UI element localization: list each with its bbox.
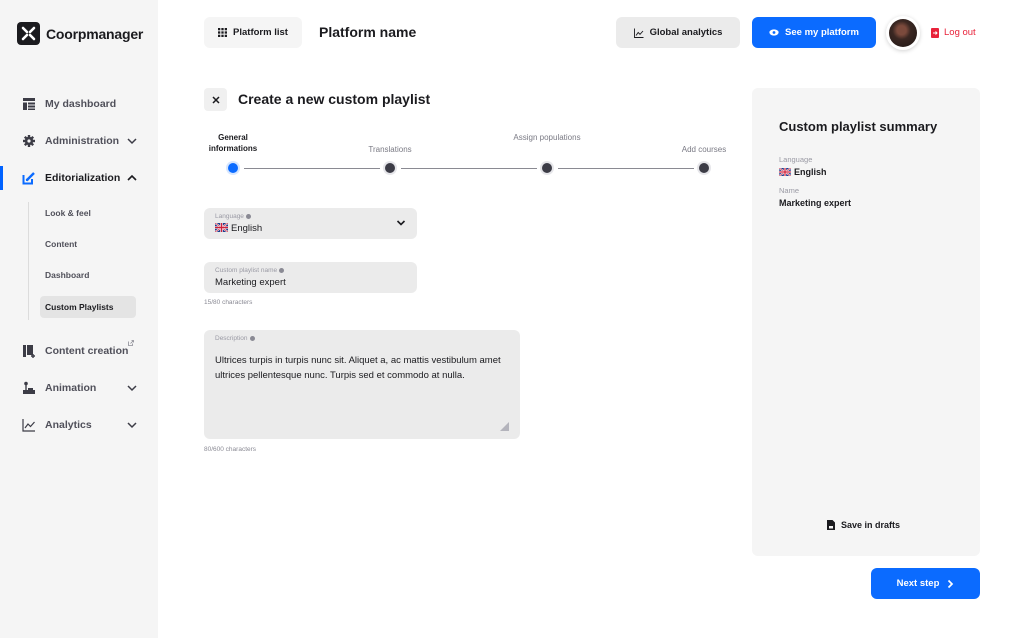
step-label-add-courses: Add courses — [681, 145, 727, 154]
info-icon — [279, 268, 285, 273]
summary-name-label: Name — [779, 186, 800, 195]
see-my-platform-button[interactable]: See my platform — [752, 17, 876, 48]
sidebar-item-label: Analytics — [45, 419, 92, 431]
sidebar: Coorpmanager My dashboard Administration… — [0, 0, 158, 638]
next-step-label: Next step — [896, 578, 940, 589]
sidebar-subitem-content[interactable]: Content — [40, 233, 136, 255]
logout-icon — [931, 27, 939, 38]
see-my-platform-label: See my platform — [785, 27, 859, 38]
description-field-label: Description — [215, 335, 255, 342]
step-dot-translations[interactable] — [385, 163, 395, 173]
platform-list-button[interactable]: Platform list — [204, 17, 302, 48]
global-analytics-label: Global analytics — [649, 27, 723, 38]
step-label-translations: Translations — [368, 145, 412, 154]
grid-icon — [218, 28, 228, 37]
description-textarea[interactable]: Description Ultrices turpis in turpis nu… — [204, 330, 520, 439]
sidebar-item-animation[interactable]: Animation — [0, 376, 158, 400]
summary-name-value: Marketing expert — [779, 198, 852, 208]
coorpacademy-logo-icon — [17, 22, 40, 45]
info-icon — [245, 214, 251, 219]
sidebar-item-label: My dashboard — [45, 98, 117, 110]
sidebar-item-administration[interactable]: Administration — [0, 129, 158, 153]
sidebar-item-my-dashboard[interactable]: My dashboard — [0, 92, 158, 116]
sidebar-item-analytics[interactable]: Analytics — [0, 413, 158, 437]
dashboard-icon — [23, 98, 35, 110]
chevron-down-icon[interactable] — [126, 135, 138, 147]
external-link-icon — [128, 340, 134, 346]
close-button[interactable] — [204, 88, 227, 111]
sidebar-item-label: Content creation — [45, 345, 129, 357]
resize-handle-icon[interactable] — [500, 422, 509, 431]
language-field-label: Language — [215, 213, 251, 220]
chevron-down-icon — [396, 220, 406, 226]
step-connector — [558, 168, 694, 169]
sidebar-item-content-creation[interactable]: Content creation — [0, 339, 158, 363]
chevron-up-icon[interactable] — [126, 172, 138, 184]
playlist-name-char-count: 15/80 characters — [204, 299, 253, 306]
books-icon — [23, 345, 35, 358]
app-logo[interactable]: Coorpmanager — [17, 22, 143, 45]
save-in-drafts-button[interactable]: Save in drafts — [827, 520, 900, 530]
step-connector — [401, 168, 537, 169]
platform-list-label: Platform list — [233, 27, 288, 38]
user-avatar[interactable] — [886, 16, 920, 50]
sidebar-subitem-look-and-feel[interactable]: Look & feel — [40, 202, 136, 224]
summary-panel: Custom playlist summary Language English… — [752, 88, 980, 556]
playlist-name-value: Marketing expert — [215, 277, 286, 288]
chevron-down-icon[interactable] — [126, 419, 138, 431]
sidebar-subitem-custom-playlists[interactable]: Custom Playlists — [40, 296, 136, 318]
step-connector — [244, 168, 380, 169]
logout-label: Log out — [944, 27, 976, 38]
save-in-drafts-label: Save in drafts — [841, 520, 901, 530]
summary-title: Custom playlist summary — [779, 119, 938, 134]
joystick-icon — [23, 381, 35, 394]
avatar-image — [889, 19, 917, 47]
step-dot-assign-populations[interactable] — [542, 163, 552, 173]
global-analytics-button[interactable]: Global analytics — [616, 17, 740, 48]
step-label-general: General informations — [208, 133, 258, 153]
uk-flag-icon — [779, 168, 791, 176]
sidebar-item-label: Administration — [45, 135, 120, 147]
chevron-right-icon — [948, 579, 954, 588]
logout-button[interactable]: Log out — [931, 27, 976, 38]
submenu-divider — [28, 202, 29, 320]
sidebar-item-editorialization[interactable]: Editorialization — [0, 166, 158, 190]
platform-name: Platform name — [319, 24, 417, 40]
chevron-down-icon[interactable] — [126, 382, 138, 394]
description-value: Ultrices turpis in turpis nunc sit. Aliq… — [215, 355, 501, 381]
language-select[interactable]: Language English — [204, 208, 417, 239]
playlist-name-field-label: Custom playlist name — [215, 267, 285, 274]
app-name: Coorpmanager — [46, 25, 144, 42]
summary-language-value: English — [779, 167, 827, 177]
close-icon — [211, 95, 220, 104]
file-icon — [827, 520, 835, 530]
description-char-count: 80/600 characters — [204, 446, 257, 453]
summary-language-label: Language — [779, 155, 813, 164]
playlist-name-input[interactable]: Custom playlist name Marketing expert — [204, 262, 417, 293]
page-title: Create a new custom playlist — [238, 91, 431, 107]
sidebar-item-label: Animation — [45, 382, 97, 394]
gear-icon — [23, 135, 35, 147]
chart-icon — [22, 419, 35, 432]
next-step-button[interactable]: Next step — [871, 568, 980, 599]
step-label-assign-populations: Assign populations — [513, 133, 581, 142]
step-dot-general[interactable] — [228, 163, 238, 173]
uk-flag-icon — [215, 223, 228, 232]
sidebar-subitem-dashboard[interactable]: Dashboard — [40, 264, 136, 286]
sidebar-item-label: Editorialization — [45, 172, 121, 184]
step-dot-add-courses[interactable] — [699, 163, 709, 173]
chart-icon — [633, 28, 644, 38]
eye-icon — [769, 29, 779, 36]
edit-icon — [22, 172, 35, 185]
info-icon — [249, 336, 255, 341]
language-value: English — [215, 223, 262, 234]
